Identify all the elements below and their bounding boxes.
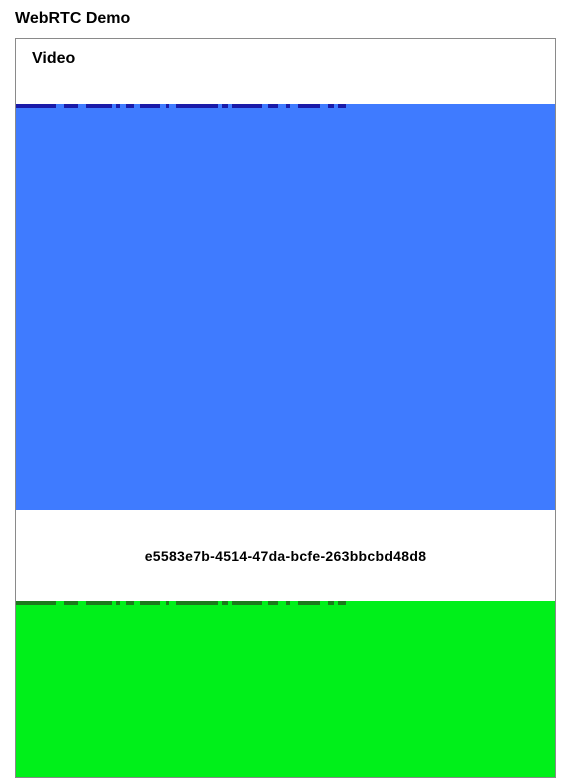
artifact-segment <box>116 104 120 108</box>
artifact-segment <box>286 601 290 605</box>
artifact-segment <box>338 601 346 605</box>
local-video <box>16 601 555 777</box>
artifact-segment <box>116 601 120 605</box>
artifact-segment <box>268 601 278 605</box>
artifact-segment <box>176 601 218 605</box>
artifact-segment <box>140 601 160 605</box>
artifact-segment <box>64 104 78 108</box>
remote-video <box>16 104 555 510</box>
artifact-segment <box>126 104 134 108</box>
artifact-segment <box>86 104 112 108</box>
artifact-segment <box>86 601 112 605</box>
remote-video-artifact-stripe <box>16 104 346 108</box>
artifact-segment <box>222 104 228 108</box>
artifact-segment <box>298 601 320 605</box>
artifact-segment <box>166 104 169 108</box>
artifact-segment <box>64 601 78 605</box>
artifact-segment <box>140 104 160 108</box>
artifact-segment <box>286 104 290 108</box>
artifact-segment <box>338 104 346 108</box>
artifact-segment <box>268 104 278 108</box>
artifact-segment <box>126 601 134 605</box>
artifact-segment <box>166 601 169 605</box>
artifact-segment <box>232 601 262 605</box>
artifact-segment <box>232 104 262 108</box>
local-video-artifact-stripe <box>16 601 346 605</box>
artifact-segment <box>328 601 334 605</box>
artifact-segment <box>16 601 56 605</box>
artifact-segment <box>298 104 320 108</box>
artifact-segment <box>222 601 228 605</box>
artifact-segment <box>16 104 56 108</box>
artifact-segment <box>176 104 218 108</box>
panel-heading: Video <box>32 50 76 67</box>
video-panel: Video e5583e7b-4514-47da-bcfe-263bbcbd48… <box>15 38 556 778</box>
session-id: e5583e7b-4514-47da-bcfe-263bbcbd48d8 <box>144 548 427 564</box>
page-title: WebRTC Demo <box>15 10 131 27</box>
artifact-segment <box>328 104 334 108</box>
